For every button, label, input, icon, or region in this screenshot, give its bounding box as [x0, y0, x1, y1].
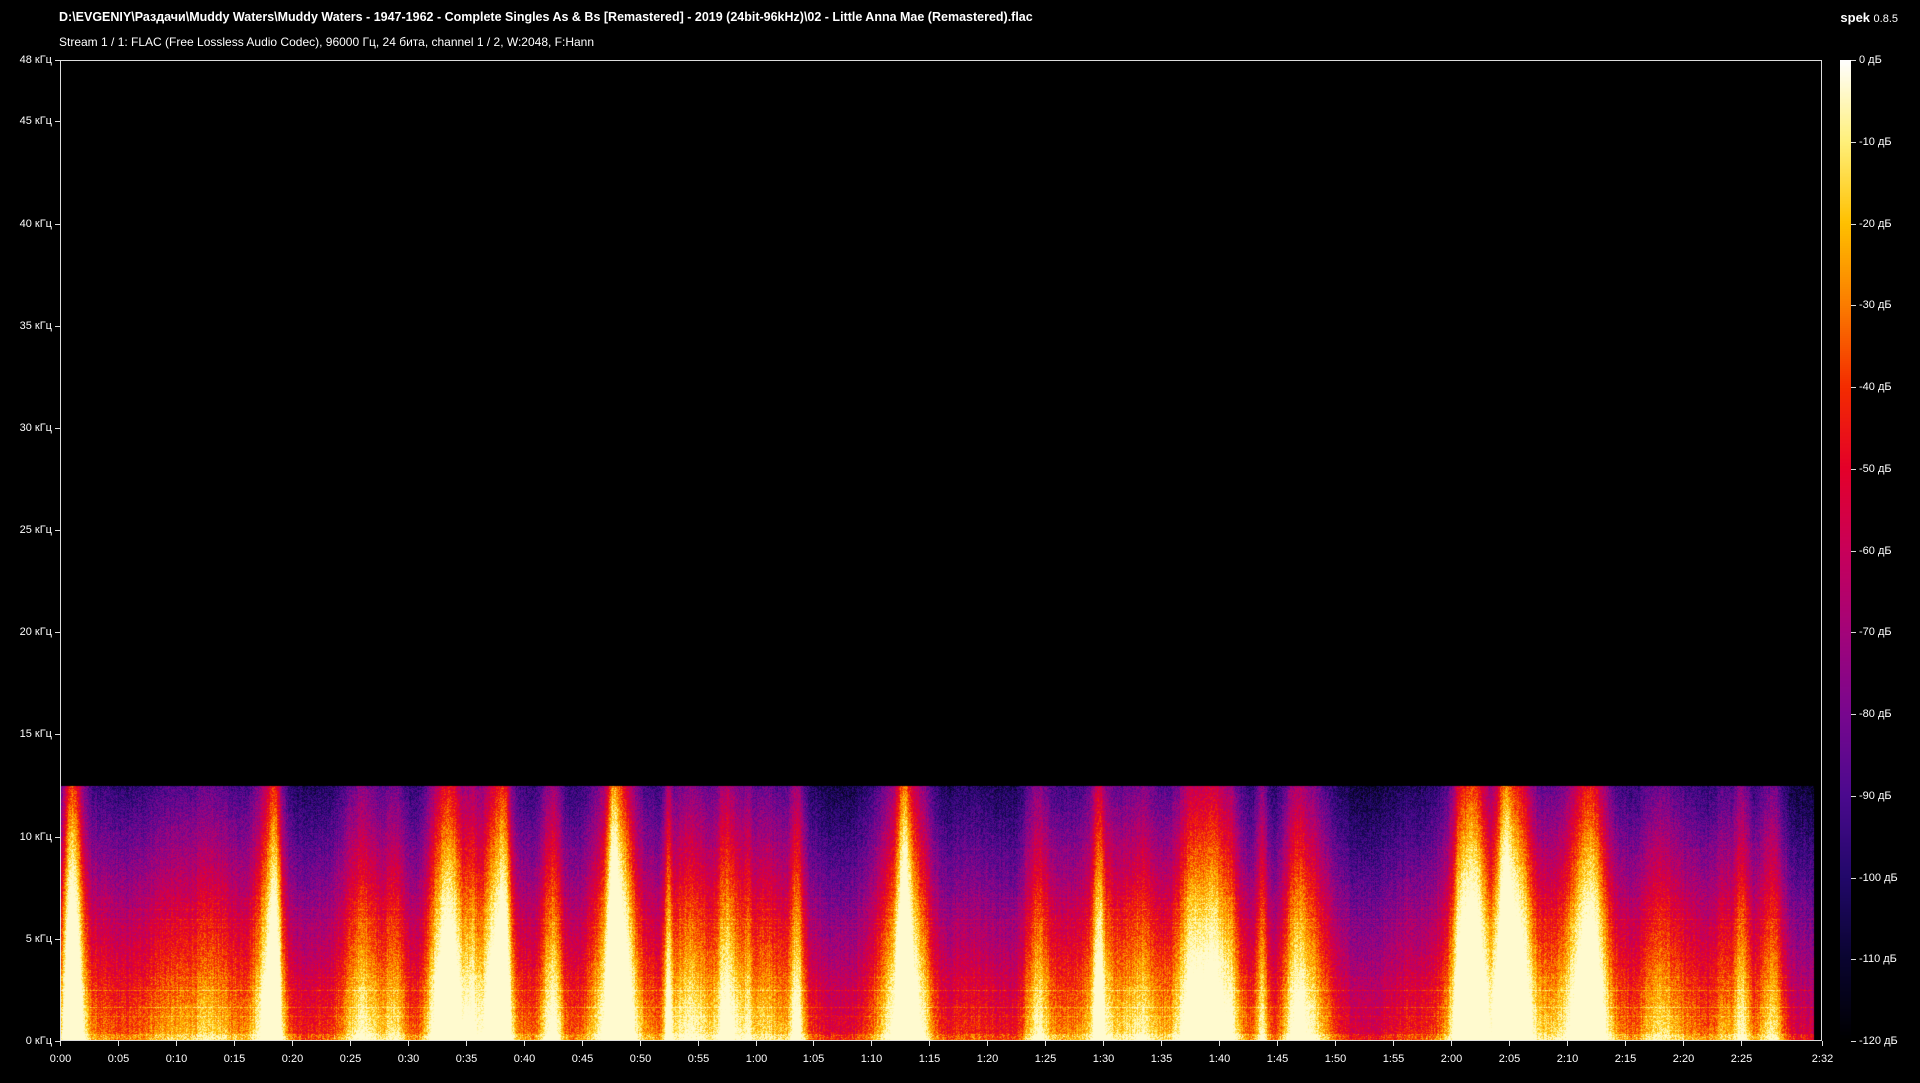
y-tick-label: 35 кГц [19, 319, 52, 332]
y-tick-label: 5 кГц [25, 932, 52, 945]
colorbar-tick-label: -40 дБ [1859, 380, 1892, 393]
colorbar-tick-label: -70 дБ [1859, 625, 1892, 638]
x-tick-label: 1:10 [860, 1053, 883, 1065]
colorbar-tick-label: -50 дБ [1859, 462, 1892, 475]
x-tick-label: 2:10 [1556, 1053, 1579, 1065]
x-tick-label: 0:20 [281, 1053, 304, 1065]
y-tick-label: 48 кГц [19, 53, 52, 66]
y-tick-label: 25 кГц [19, 523, 52, 536]
x-tick-label: 0:35 [455, 1053, 478, 1065]
x-tick-label: 0:30 [397, 1053, 420, 1065]
y-tick-label: 20 кГц [19, 625, 52, 638]
x-tick-label: 1:45 [1266, 1053, 1289, 1065]
colorbar-tick-label: -120 дБ [1859, 1034, 1898, 1047]
x-tick-label: 0:00 [49, 1053, 72, 1065]
colorbar-tick-label: -20 дБ [1859, 217, 1892, 230]
colorbar-tick-label: -100 дБ [1859, 871, 1898, 884]
x-tick-label: 0:40 [513, 1053, 536, 1065]
x-tick-label: 0:05 [107, 1053, 130, 1065]
file-path-title: D:\EVGENIY\Раздачи\Muddy Waters\Muddy Wa… [59, 10, 1033, 24]
x-tick-label: 0:15 [223, 1053, 246, 1065]
x-tick-label: 0:50 [629, 1053, 652, 1065]
y-tick-label: 0 кГц [25, 1034, 52, 1047]
colorbar-tick-label: 0 дБ [1859, 53, 1882, 66]
y-tick-label: 15 кГц [19, 727, 52, 740]
y-tick-label: 30 кГц [19, 421, 52, 434]
spectrogram-canvas [60, 60, 1822, 1041]
y-tick-label: 40 кГц [19, 217, 52, 230]
x-tick-label: 0:25 [339, 1053, 362, 1065]
x-tick-label: 1:35 [1150, 1053, 1173, 1065]
x-tick-label: 0:45 [571, 1053, 594, 1065]
colorbar-tick-label: -30 дБ [1859, 298, 1892, 311]
x-tick-label: 2:32 [1811, 1053, 1834, 1065]
x-tick-label: 1:30 [1092, 1053, 1115, 1065]
x-tick-label: 1:25 [1034, 1053, 1057, 1065]
x-tick-label: 1:15 [918, 1053, 941, 1065]
colorbar-tick-label: -60 дБ [1859, 544, 1892, 557]
x-tick-label: 2:20 [1672, 1053, 1695, 1065]
app-version: 0.8.5 [1873, 13, 1898, 25]
colorbar-tick-label: -10 дБ [1859, 135, 1892, 148]
spek-window: D:\EVGENIY\Раздачи\Muddy Waters\Muddy Wa… [0, 0, 1920, 1083]
spectrogram-plot[interactable] [60, 60, 1822, 1041]
y-tick-label: 10 кГц [19, 830, 52, 843]
colorbar-tick-label: -80 дБ [1859, 707, 1892, 720]
x-tick-label: 0:55 [687, 1053, 710, 1065]
colorbar-tick-label: -110 дБ [1859, 952, 1897, 965]
colorbar-tick-label: -90 дБ [1859, 789, 1892, 802]
x-tick-label: 1:55 [1382, 1053, 1405, 1065]
x-tick-label: 1:40 [1208, 1053, 1231, 1065]
colorbar [1840, 60, 1851, 1041]
stream-info: Stream 1 / 1: FLAC (Free Lossless Audio … [59, 35, 595, 49]
x-tick-label: 0:10 [165, 1053, 188, 1065]
x-tick-label: 1:05 [802, 1053, 825, 1065]
app-name: spek [1840, 10, 1871, 25]
app-brand: spek 0.8.5 [1840, 10, 1898, 25]
x-tick-label: 2:15 [1614, 1053, 1637, 1065]
x-tick-label: 2:25 [1730, 1053, 1753, 1065]
x-tick-label: 2:05 [1498, 1053, 1521, 1065]
x-tick-label: 1:50 [1324, 1053, 1347, 1065]
x-tick-label: 1:00 [745, 1053, 768, 1065]
x-tick-label: 2:00 [1440, 1053, 1463, 1065]
y-tick-label: 45 кГц [19, 114, 52, 127]
x-tick-label: 1:20 [976, 1053, 999, 1065]
